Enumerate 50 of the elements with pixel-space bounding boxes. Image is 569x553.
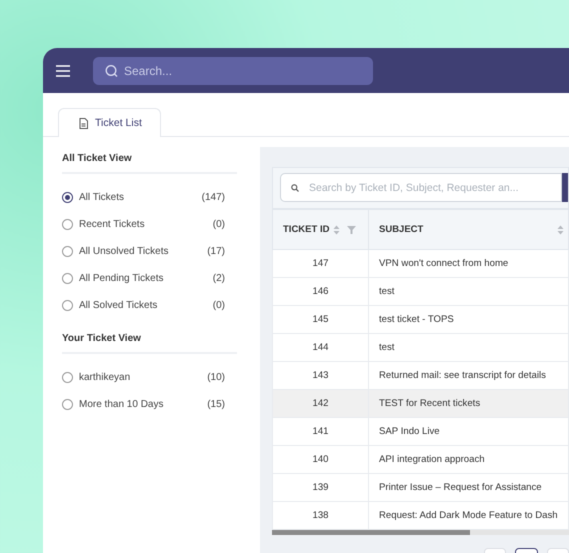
document-icon <box>79 118 88 128</box>
radio-button[interactable] <box>62 399 73 410</box>
filter-icon[interactable] <box>347 226 356 234</box>
radio-button[interactable] <box>62 372 73 383</box>
ticket-id-cell: 147 <box>272 250 368 278</box>
column-header[interactable]: SUBJECT <box>368 210 568 250</box>
subject-cell: SAP Indo Live <box>368 418 568 446</box>
sort-icon[interactable] <box>557 224 564 234</box>
ticket-count: (2) <box>212 273 225 284</box>
ticket-count: (0) <box>212 300 225 311</box>
ticket-count: (147) <box>202 192 225 203</box>
subject-cell: VPN won't connect from home <box>368 250 568 278</box>
ticket-id-cell: 144 <box>272 334 368 362</box>
section-title: Your Ticket View <box>62 327 237 354</box>
ticket-id-cell: 142 <box>272 390 368 418</box>
subject-cell: test <box>368 278 568 306</box>
sort-icon[interactable] <box>333 224 340 234</box>
ticket-id-cell: 145 <box>272 306 368 334</box>
subject-cell: test <box>368 334 568 362</box>
radio-button[interactable] <box>62 300 73 311</box>
view-label[interactable]: All Solved Tickets <box>79 300 213 311</box>
view-label[interactable]: More than 10 Days <box>79 399 208 410</box>
column-header[interactable]: TICKET ID <box>272 210 368 250</box>
search-field[interactable]: Search... <box>93 56 373 84</box>
subject-cell: test ticket - TOPS <box>368 306 568 334</box>
ticket-id-cell: 146 <box>272 278 368 306</box>
ticket-count: (17) <box>207 246 225 257</box>
view-label[interactable]: All Unsolved Tickets <box>79 246 208 257</box>
menu-icon[interactable] <box>56 64 70 76</box>
view-label[interactable]: All Pending Tickets <box>79 273 213 284</box>
radio-button[interactable] <box>62 273 73 284</box>
ticket-id-cell: 140 <box>272 446 368 474</box>
ticket-id-cell: 139 <box>272 474 368 502</box>
view-label[interactable]: karthikeyan <box>79 372 208 383</box>
horizontal-scrollbar[interactable] <box>272 530 569 535</box>
radio-button[interactable] <box>62 192 73 203</box>
view-label[interactable]: Recent Tickets <box>79 219 213 230</box>
ticket-list-tab[interactable]: Ticket List <box>58 108 161 137</box>
subject-cell: API integration approach <box>368 446 568 474</box>
radio-button[interactable] <box>62 219 73 230</box>
ticket-count: (10) <box>207 372 225 383</box>
radio-button[interactable] <box>62 246 73 257</box>
view-label[interactable]: All Tickets <box>79 192 202 203</box>
ticket-count: (15) <box>207 399 225 410</box>
subject-cell: TEST for Recent tickets <box>368 390 568 418</box>
ticket-id-cell: 141 <box>272 418 368 446</box>
section-title: All Ticket View <box>62 147 237 174</box>
subject-cell: Printer Issue – Request for Assistance <box>368 474 568 502</box>
ticket-search-field[interactable]: Search by Ticket ID, Subject, Requester an... <box>280 173 562 202</box>
ticket-count: (0) <box>212 219 225 230</box>
